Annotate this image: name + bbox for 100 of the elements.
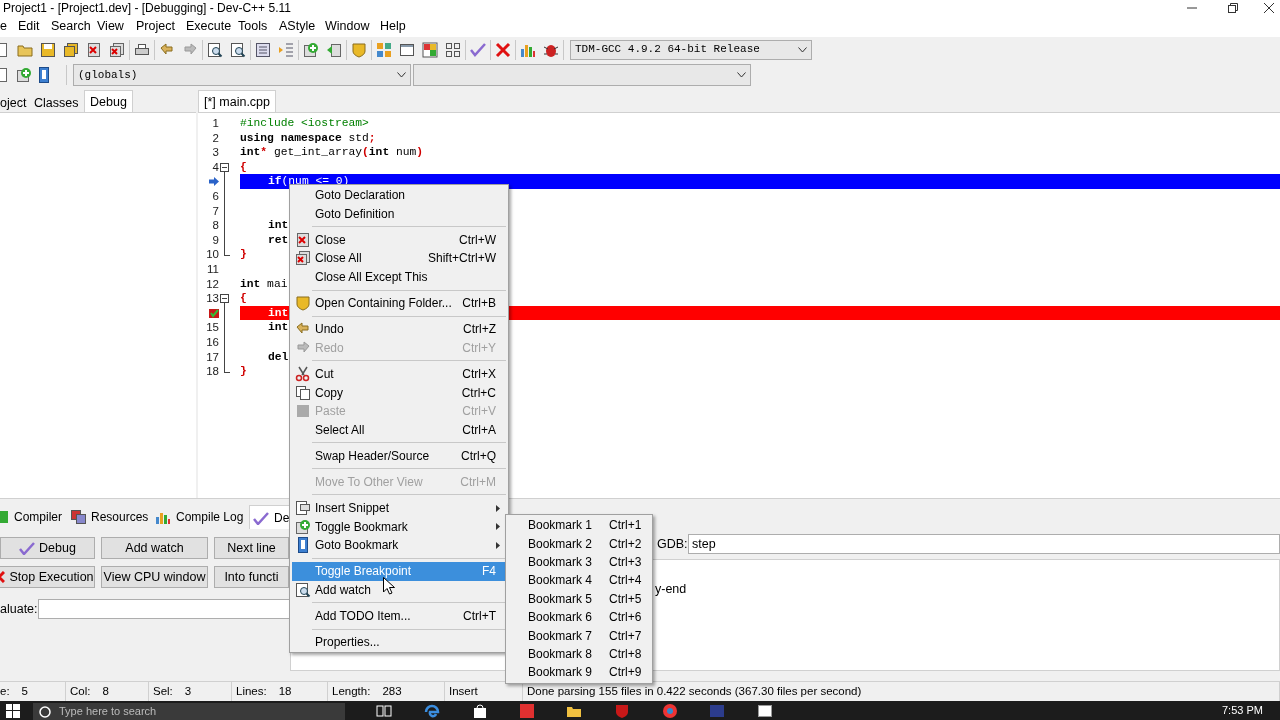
task-view-icon[interactable] (376, 703, 392, 719)
add-icon[interactable] (16, 67, 32, 83)
window-icon[interactable] (757, 703, 773, 719)
menu-item[interactable]: Add TODO Item... Ctrl+T (292, 606, 506, 626)
gdb-command-field[interactable]: step (688, 534, 1280, 554)
menu-item[interactable]: Close All Except This (292, 267, 506, 287)
close-file-icon[interactable] (86, 41, 102, 58)
tiles-icon[interactable] (376, 41, 392, 58)
fold-box[interactable] (220, 162, 229, 172)
panel-tab[interactable]: Classes (30, 92, 83, 112)
menu-item[interactable]: Open Containing Folder... Ctrl+B (292, 293, 506, 313)
menu-item[interactable]: Select All Ctrl+A (292, 420, 506, 439)
menu-item[interactable]: Copy Ctrl+C (292, 383, 506, 402)
shield-icon[interactable] (614, 703, 630, 719)
scope-dropdown[interactable]: (globals) (73, 64, 411, 86)
menu-item[interactable]: Cut Ctrl+X (292, 364, 506, 384)
debug-button[interactable]: Debug (0, 537, 95, 559)
menu-item[interactable]: Bookmark 1 Ctrl+1 (506, 516, 652, 535)
menu-item[interactable]: Bookmark 3 Ctrl+3 (506, 552, 652, 572)
menu-item[interactable]: Project (136, 18, 175, 35)
panel-tab[interactable]: Resources (68, 505, 152, 529)
panel-tab[interactable]: Debug (84, 90, 133, 112)
close-file-icon (294, 231, 311, 248)
bookmark-icon[interactable] (38, 67, 50, 83)
debug-output: y-end (655, 582, 687, 596)
menu-item[interactable]: Help (380, 18, 406, 35)
menu-item[interactable]: Goto Declaration (292, 186, 506, 205)
editor-tab[interactable]: [*] main.cpp (198, 90, 276, 112)
menu-item[interactable]: Bookmark 8 Ctrl+8 (506, 644, 652, 664)
menu-item[interactable]: e (0, 18, 7, 35)
search-icon[interactable] (207, 41, 223, 58)
line-number: 9 (212, 232, 219, 248)
status-label: Length: (331, 683, 371, 699)
menu-item[interactable]: Insert Snippet (292, 498, 506, 518)
menu-item[interactable]: Properties... (292, 632, 506, 652)
menu-item[interactable]: Close All Shift+Ctrl+W (292, 249, 506, 268)
menu-item[interactable]: Goto Bookmark (292, 535, 506, 555)
menu-item[interactable]: Close Ctrl+W (292, 230, 506, 250)
search-icon[interactable] (230, 41, 246, 58)
windows-icon[interactable] (6, 704, 20, 718)
close-icon[interactable] (1264, 3, 1274, 13)
evaluate-field[interactable] (38, 599, 290, 619)
compiler-dropdown[interactable]: TDM-GCC 4.9.2 64-bit Release (570, 39, 812, 60)
close-all-icon[interactable] (109, 41, 125, 58)
app-icon[interactable] (519, 703, 535, 719)
menu-item[interactable]: Execute (186, 18, 232, 35)
fold-box[interactable] (220, 293, 229, 303)
menu-item[interactable]: View (97, 18, 124, 35)
bag-icon[interactable] (472, 703, 488, 719)
line-number: 1 (212, 116, 219, 131)
evaluate-label: aluate: (0, 600, 38, 618)
printer-icon[interactable] (134, 41, 150, 58)
menu-item[interactable]: Toggle Bookmark (292, 517, 506, 536)
menu-item[interactable]: Bookmark 2 Ctrl+2 (506, 534, 652, 553)
panel-tab[interactable]: Compiler (0, 505, 65, 529)
code-line: } (240, 364, 247, 379)
menu-item[interactable]: Edit (18, 18, 40, 35)
panel-tab[interactable]: Compile Log (152, 505, 247, 529)
line-number: 17 (206, 349, 219, 365)
browser-icon[interactable] (424, 703, 440, 719)
menu-item[interactable]: Tools (238, 18, 268, 35)
menu-item[interactable]: Bookmark 6 Ctrl+6 (506, 607, 652, 627)
panel-tab[interactable]: oject (0, 92, 31, 112)
arrow-icon (209, 177, 219, 187)
add-icon[interactable] (303, 41, 319, 58)
menu-item[interactable]: Bookmark 7 Ctrl+7 (506, 626, 652, 645)
line-number: 4 (212, 159, 219, 175)
code-line: int (267, 218, 289, 233)
window-icon[interactable] (399, 41, 415, 58)
menu-item[interactable]: Swap Header/Source Ctrl+Q (292, 446, 506, 465)
line-number: 7 (212, 203, 219, 219)
taskbar-search-field[interactable]: Type here to search (33, 703, 345, 720)
submenu-arrow-icon (496, 523, 500, 531)
menu-item[interactable]: Undo Ctrl+Z (292, 320, 506, 339)
debug-button[interactable]: Add watch (101, 537, 208, 559)
menu-item[interactable]: Bookmark 5 Ctrl+5 (506, 589, 652, 608)
grid-icon[interactable] (445, 41, 461, 58)
check-icon[interactable] (470, 41, 486, 58)
menu-item[interactable]: Add watch (292, 580, 506, 599)
debug-button[interactable]: View CPU window (101, 566, 208, 588)
cross-icon[interactable] (495, 41, 511, 58)
debug-button[interactable]: Stop Execution (0, 566, 95, 588)
menu-item[interactable]: Bookmark 9 Ctrl+9 (506, 663, 652, 682)
browser-icon[interactable] (662, 703, 678, 719)
menu-item[interactable]: Bookmark 4 Ctrl+4 (506, 571, 652, 590)
lines-icon[interactable] (255, 41, 271, 58)
code-line: using namespace std; (240, 130, 376, 146)
save-icon[interactable] (40, 41, 56, 58)
menu-item[interactable]: Goto Definition (292, 204, 506, 223)
menu-item[interactable]: AStyle (279, 18, 316, 35)
save-all-icon[interactable] (63, 41, 79, 58)
status-label: e: (0, 683, 10, 699)
shield-icon[interactable] (351, 41, 367, 58)
menu-item[interactable]: Search (51, 18, 91, 35)
arrow-icon[interactable] (326, 41, 342, 58)
maximize-icon[interactable] (1228, 3, 1238, 13)
debug-button[interactable]: Next line (214, 537, 289, 559)
tiles-icon[interactable] (422, 41, 438, 58)
menu-item[interactable]: Window (325, 18, 370, 35)
debug-button[interactable]: Into functi (214, 566, 289, 588)
